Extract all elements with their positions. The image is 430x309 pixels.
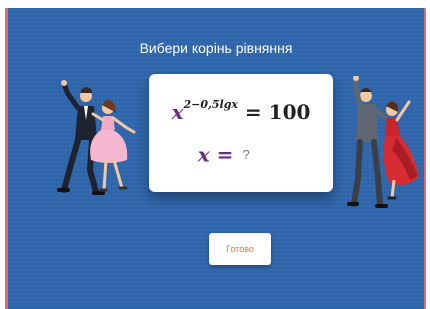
answer-input[interactable] <box>240 142 285 166</box>
question-title: Вибери корінь рівняння <box>139 40 293 56</box>
answer-label: x = <box>197 142 234 167</box>
dancing-couple-right-illustration <box>347 76 419 208</box>
answer-row: x = <box>149 142 333 167</box>
equation: x2−0,5lgx = 100 <box>149 98 333 124</box>
equation-variable: x <box>171 100 184 124</box>
dancing-couple-left-illustration <box>57 80 136 195</box>
frame-border-right <box>424 8 426 309</box>
app-frame: Вибери корінь рівняння x2−0,5lgx = 100 x… <box>0 0 430 309</box>
equation-exponent: 2−0,5lgx <box>183 98 238 111</box>
equation-card: x2−0,5lgx = 100 x = <box>149 74 333 192</box>
equation-rhs: 100 <box>268 100 311 124</box>
quiz-stage: Вибери корінь рівняння x2−0,5lgx = 100 x… <box>8 8 424 309</box>
submit-button[interactable]: Готово <box>209 233 271 265</box>
equals-sign: = <box>244 100 262 124</box>
